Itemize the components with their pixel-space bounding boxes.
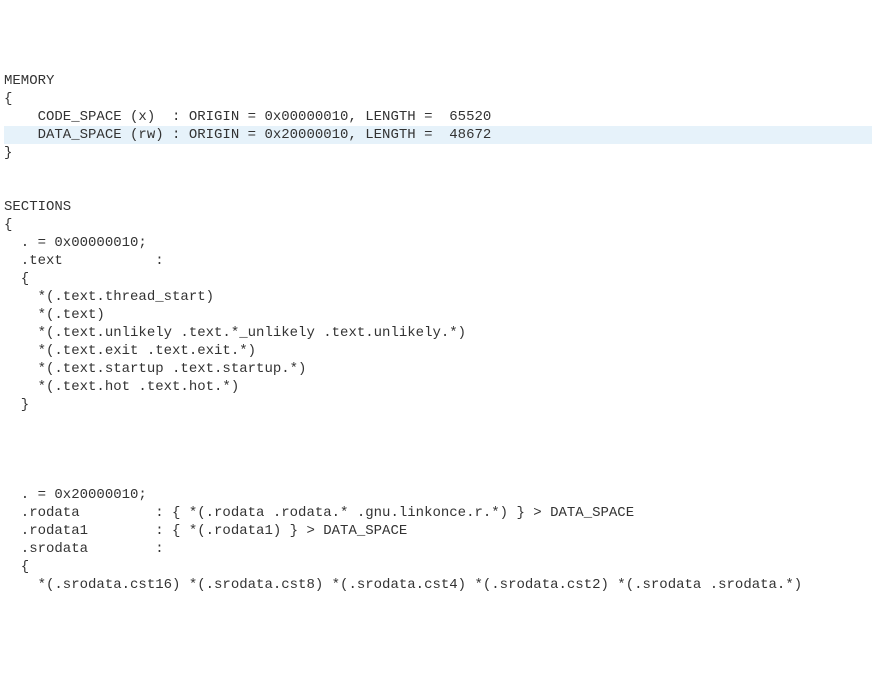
linker-script-code-block: MEMORY{ CODE_SPACE (x) : ORIGIN = 0x0000… — [0, 72, 872, 594]
code-line: . = 0x20000010; — [4, 486, 872, 504]
code-line: .srodata : — [4, 540, 872, 558]
code-line: { — [4, 216, 872, 234]
code-line: *(.text.startup .text.startup.*) — [4, 360, 872, 378]
code-line: SECTIONS — [4, 198, 872, 216]
code-line — [4, 450, 872, 468]
code-line: *(.text.exit .text.exit.*) — [4, 342, 872, 360]
code-line: *(.text.hot .text.hot.*) — [4, 378, 872, 396]
code-line — [4, 432, 872, 450]
code-line: . = 0x00000010; — [4, 234, 872, 252]
code-line — [4, 468, 872, 486]
code-line: .rodata : { *(.rodata .rodata.* .gnu.lin… — [4, 504, 872, 522]
code-line — [4, 162, 872, 180]
code-line: } — [4, 144, 872, 162]
code-line: DATA_SPACE (rw) : ORIGIN = 0x20000010, L… — [4, 126, 872, 144]
code-line: *(.text) — [4, 306, 872, 324]
code-line: CODE_SPACE (x) : ORIGIN = 0x00000010, LE… — [4, 108, 872, 126]
code-line: *(.text.thread_start) — [4, 288, 872, 306]
code-line: { — [4, 270, 872, 288]
code-line — [4, 180, 872, 198]
code-line: .text : — [4, 252, 872, 270]
code-line: *(.text.unlikely .text.*_unlikely .text.… — [4, 324, 872, 342]
code-line: } — [4, 396, 872, 414]
code-line: { — [4, 558, 872, 576]
code-line: { — [4, 90, 872, 108]
code-line: .rodata1 : { *(.rodata1) } > DATA_SPACE — [4, 522, 872, 540]
code-line — [4, 414, 872, 432]
code-line: MEMORY — [4, 72, 872, 90]
code-line: *(.srodata.cst16) *(.srodata.cst8) *(.sr… — [4, 576, 872, 594]
